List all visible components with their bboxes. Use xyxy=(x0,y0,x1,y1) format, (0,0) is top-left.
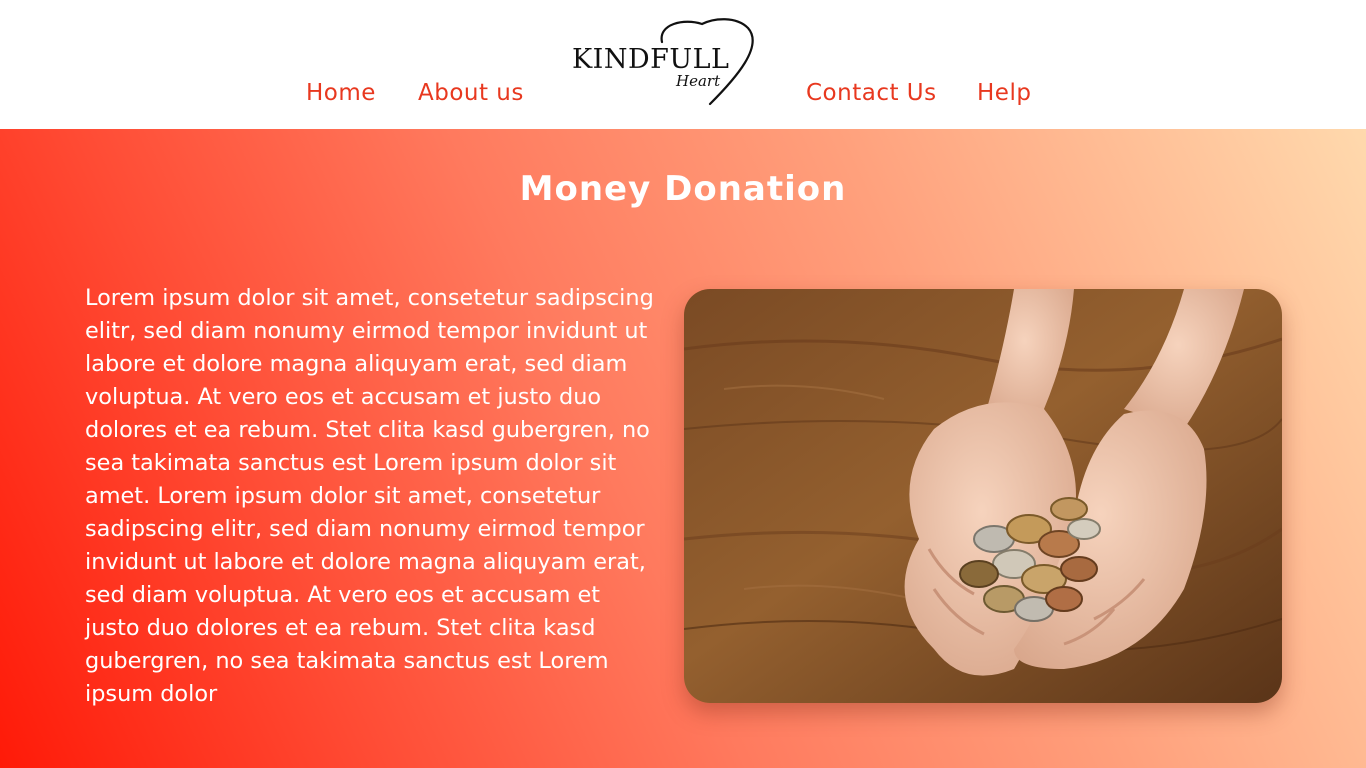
nav-about-link[interactable]: About us xyxy=(418,80,524,106)
hands-holding-coins-photo xyxy=(684,289,1282,703)
donation-description: Lorem ipsum dolor sit amet, consetetur s… xyxy=(85,285,654,707)
nav-contact-link[interactable]: Contact Us xyxy=(806,80,937,106)
nav-home-link[interactable]: Home xyxy=(306,80,376,106)
kindfull-heart-logo[interactable]: KINDFULL Heart xyxy=(566,18,762,114)
page-title: Money Donation xyxy=(519,169,847,209)
site-header: Home About us KINDFULL Heart Contact Us … xyxy=(0,0,1366,129)
logo-subtitle: Heart xyxy=(676,72,721,90)
money-donation-section: Money Donation Lorem ipsum dolor sit ame… xyxy=(0,129,1366,768)
logo-wordmark: KINDFULL xyxy=(572,44,730,75)
nav-help-link[interactable]: Help xyxy=(977,80,1031,106)
